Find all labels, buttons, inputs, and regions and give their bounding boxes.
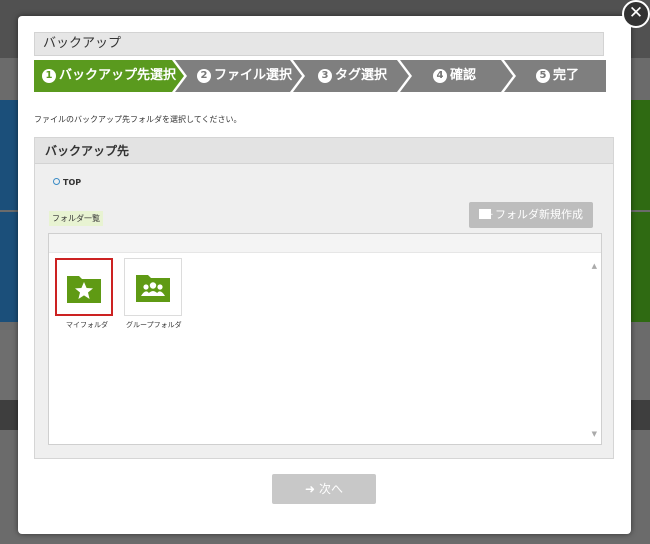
step-4-label: 確認 bbox=[450, 68, 477, 83]
step-2-label: ファイル選択 bbox=[214, 68, 293, 83]
arrow-right-icon: ➜ bbox=[305, 482, 316, 496]
folder-list-label: フォルダ一覧 bbox=[49, 211, 103, 226]
folder-item-my-folder[interactable] bbox=[55, 258, 113, 316]
next-button[interactable]: ➜ 次へ bbox=[272, 474, 376, 504]
backup-destination-panel: バックアップ先 TOP フォルダ一覧 フォルダ新規作成 ▲ ▼ マイフォルダ bbox=[34, 137, 614, 459]
background-tile bbox=[630, 100, 650, 210]
step-1-number: 1 bbox=[42, 69, 56, 83]
background-tile bbox=[630, 212, 650, 322]
backup-dialog: バックアップ 1 バックアップ先選択 2 ファイル選択 3 タグ選択 4 確認 5 完了 … bbox=[18, 16, 631, 534]
bullet-icon bbox=[53, 178, 60, 185]
step-1-label: バックアップ先選択 bbox=[59, 68, 177, 83]
step-5: 5 完了 bbox=[536, 60, 579, 92]
next-button-label: 次へ bbox=[318, 482, 343, 496]
group-folder-icon bbox=[136, 275, 170, 302]
step-5-number: 5 bbox=[536, 69, 550, 83]
folder-label-my-folder: マイフォルダ bbox=[66, 321, 108, 329]
step-4-number: 4 bbox=[433, 69, 447, 83]
dialog-title: バックアップ bbox=[34, 32, 604, 56]
background-tile bbox=[0, 212, 18, 322]
folder-label-group-folder: グループフォルダ bbox=[126, 321, 182, 329]
new-folder-button[interactable]: フォルダ新規作成 bbox=[469, 202, 593, 228]
step-3-label: タグ選択 bbox=[335, 68, 388, 83]
new-folder-icon bbox=[479, 202, 494, 228]
scroll-up-icon[interactable]: ▲ bbox=[592, 262, 597, 270]
instruction-text: ファイルのバックアップ先フォルダを選択してください。 bbox=[34, 115, 242, 124]
breadcrumb-top[interactable]: TOP bbox=[53, 178, 81, 187]
panel-title: バックアップ先 bbox=[35, 138, 613, 164]
close-icon[interactable]: ✕ bbox=[622, 0, 650, 28]
background-tile bbox=[0, 100, 18, 210]
step-5-label: 完了 bbox=[553, 68, 580, 83]
folder-item-group-folder[interactable] bbox=[124, 258, 182, 316]
step-3: 3 タグ選択 bbox=[318, 60, 387, 92]
breadcrumb-label: TOP bbox=[63, 178, 82, 187]
background-tile bbox=[0, 330, 18, 410]
step-2: 2 ファイル選択 bbox=[197, 60, 292, 92]
step-4: 4 確認 bbox=[433, 60, 476, 92]
step-3-number: 3 bbox=[318, 69, 332, 83]
folder-list-header bbox=[49, 234, 601, 253]
scroll-down-icon[interactable]: ▼ bbox=[592, 430, 597, 438]
folder-list: ▲ ▼ マイフォルダ グループフォルダ bbox=[48, 233, 602, 445]
step-2-number: 2 bbox=[197, 69, 211, 83]
step-progress: 1 バックアップ先選択 2 ファイル選択 3 タグ選択 4 確認 5 完了 bbox=[34, 60, 606, 92]
new-folder-label: フォルダ新規作成 bbox=[495, 208, 583, 221]
star-folder-icon bbox=[67, 276, 101, 303]
step-1: 1 バックアップ先選択 bbox=[42, 60, 176, 92]
